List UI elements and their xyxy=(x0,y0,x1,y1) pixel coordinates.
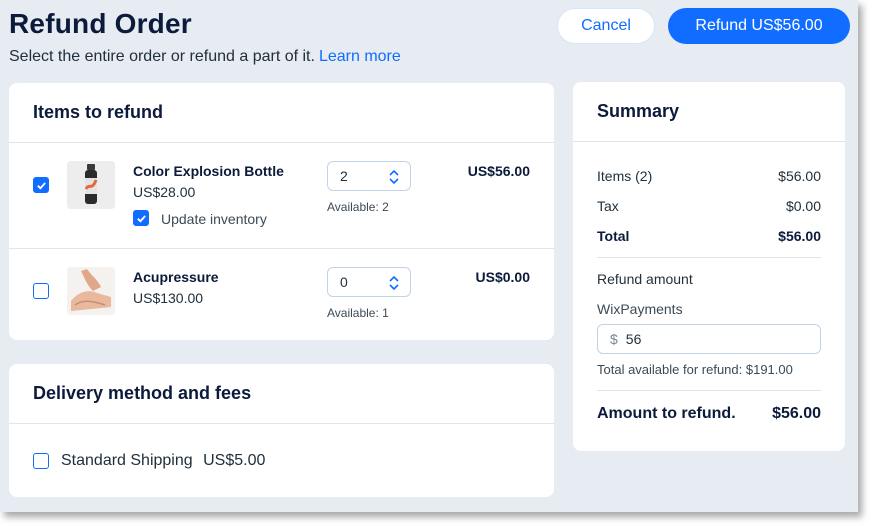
summary-divider xyxy=(597,257,821,258)
items-value: $56.00 xyxy=(778,168,821,184)
page-title: Refund Order xyxy=(9,8,192,39)
shipping-checkbox[interactable] xyxy=(33,453,49,469)
shipping-option: Standard Shipping US$5.00 xyxy=(9,424,554,496)
cancel-button[interactable]: Cancel xyxy=(557,8,655,44)
refund-amount-label: Refund amount xyxy=(597,271,693,287)
refund-amount-input[interactable]: $ 56 xyxy=(597,324,821,354)
tax-label: Tax xyxy=(597,198,619,214)
line-total: US$56.00 xyxy=(467,163,530,179)
items-label: Items (2) xyxy=(597,168,653,184)
summary-total-line: Total $56.00 xyxy=(597,228,821,244)
stepper-arrows-icon[interactable] xyxy=(388,169,400,185)
amount-to-refund-label: Amount to refund. xyxy=(597,405,736,422)
hands-thumbnail xyxy=(67,267,115,315)
update-inventory-checkbox[interactable] xyxy=(133,210,149,226)
refund-item-row: Color Explosion Bottle US$28.00 Update i… xyxy=(9,143,554,249)
bottle-thumbnail xyxy=(67,161,115,209)
summary-divider xyxy=(597,390,821,391)
quantity-value: 0 xyxy=(340,274,348,290)
item-price: US$28.00 xyxy=(133,184,196,200)
amount-to-refund-line: Amount to refund. $56.00 xyxy=(597,405,821,423)
refund-button[interactable]: Refund US$56.00 xyxy=(668,8,850,44)
learn-more-link[interactable]: Learn more xyxy=(319,48,401,65)
items-card-title: Items to refund xyxy=(9,83,554,143)
summary-items-line: Items (2) $56.00 xyxy=(597,168,821,184)
item-select-checkbox[interactable] xyxy=(33,177,49,193)
summary-title: Summary xyxy=(573,82,845,142)
shipping-price: US$5.00 xyxy=(203,452,266,469)
quantity-value: 2 xyxy=(340,168,348,184)
available-quantity: Available: 2 xyxy=(327,200,389,214)
subtitle-text: Select the entire order or refund a part… xyxy=(9,48,315,65)
total-value: $56.00 xyxy=(778,228,821,244)
tax-value: $0.00 xyxy=(785,198,821,214)
delivery-card-title: Delivery method and fees xyxy=(9,364,554,424)
available-quantity: Available: 1 xyxy=(327,306,389,320)
total-label: Total xyxy=(597,228,630,244)
available-for-refund-note: Total available for refund: $191.00 xyxy=(597,362,793,377)
refund-amount-value: 56 xyxy=(625,331,642,347)
quantity-stepper[interactable]: 0 xyxy=(327,267,411,297)
item-name: Acupressure xyxy=(133,269,219,285)
amount-to-refund-value: $56.00 xyxy=(772,405,821,422)
shipping-method-name: Standard Shipping xyxy=(61,452,193,469)
shipping-label: Standard Shipping US$5.00 xyxy=(61,452,265,470)
update-inventory-label: Update inventory xyxy=(161,211,267,227)
checkmark-icon xyxy=(36,181,46,190)
item-price: US$130.00 xyxy=(133,290,204,306)
payment-method-label: WixPayments xyxy=(597,301,683,317)
item-select-checkbox[interactable] xyxy=(33,283,49,299)
currency-symbol: $ xyxy=(610,331,618,347)
line-total: US$0.00 xyxy=(475,269,530,285)
checkmark-icon xyxy=(136,214,146,223)
summary-card: Summary Items (2) $56.00 Tax $0.00 Total… xyxy=(573,82,845,451)
delivery-method-card: Delivery method and fees Standard Shippi… xyxy=(9,364,554,497)
item-name: Color Explosion Bottle xyxy=(133,163,284,179)
items-to-refund-card: Items to refund Color Explosion Bottle U… xyxy=(9,83,554,340)
page-subtitle: Select the entire order or refund a part… xyxy=(9,48,401,66)
stepper-arrows-icon[interactable] xyxy=(388,275,400,291)
refund-order-page: Refund Order Select the entire order or … xyxy=(0,0,858,512)
summary-tax-line: Tax $0.00 xyxy=(597,198,821,214)
refund-item-row: Acupressure US$130.00 0 Available: 1 US$… xyxy=(9,249,554,355)
quantity-stepper[interactable]: 2 xyxy=(327,161,411,191)
